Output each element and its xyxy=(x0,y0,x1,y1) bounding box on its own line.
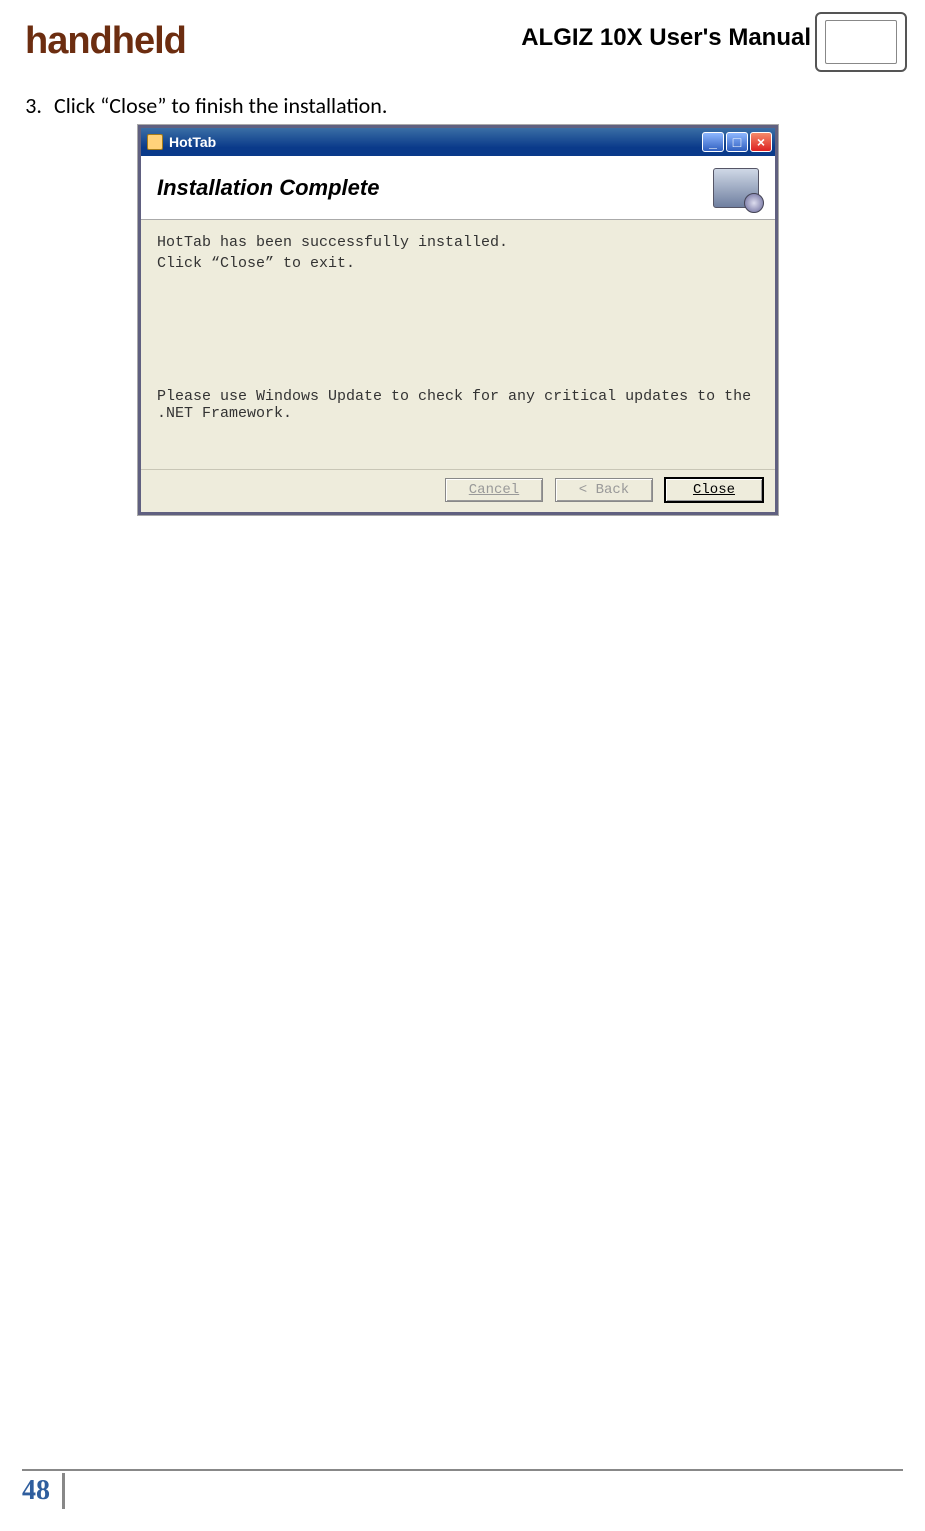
maximize-button[interactable]: □ xyxy=(726,132,748,152)
body-note: Please use Windows Update to check for a… xyxy=(157,388,759,422)
window-titlebar[interactable]: HotTab _ □ × xyxy=(141,128,775,156)
installer-footer: Cancel < Back Close xyxy=(141,470,775,512)
page-number: 48 xyxy=(22,1473,65,1509)
body-line-2: Click “Close” to exit. xyxy=(157,255,759,272)
back-button: < Back xyxy=(555,478,653,502)
computer-cd-icon xyxy=(713,168,759,208)
header-right: ALGIZ 10X User's Manual xyxy=(521,20,907,72)
installer-banner: Installation Complete xyxy=(141,156,775,220)
banner-title: Installation Complete xyxy=(157,175,379,201)
minimize-button[interactable]: _ xyxy=(702,132,724,152)
body-line-1: HotTab has been successfully installed. xyxy=(157,234,759,251)
cancel-button: Cancel xyxy=(445,478,543,502)
installer-window: HotTab _ □ × Installation Complete HotTa… xyxy=(138,125,778,515)
step-item: 3.Click “Close” to finish the installati… xyxy=(54,92,925,119)
manual-title: ALGIZ 10X User's Manual xyxy=(521,24,811,52)
close-button[interactable]: Close xyxy=(665,478,763,502)
step-text: Click “Close” to finish the installation… xyxy=(54,92,387,119)
brand-logo: handheld xyxy=(25,20,186,63)
window-close-button[interactable]: × xyxy=(750,132,772,152)
device-outline-icon xyxy=(815,12,907,72)
instruction-list: 3. Click “Close” to finish the installati… xyxy=(0,82,925,515)
installer-body: HotTab has been successfully installed. … xyxy=(141,220,775,470)
window-title: HotTab xyxy=(169,134,216,150)
page-header: handheld ALGIZ 10X User's Manual xyxy=(0,0,925,82)
page-footer: 48 xyxy=(22,1469,903,1509)
installer-app-icon xyxy=(147,134,163,150)
step-number: 3. xyxy=(14,92,42,119)
